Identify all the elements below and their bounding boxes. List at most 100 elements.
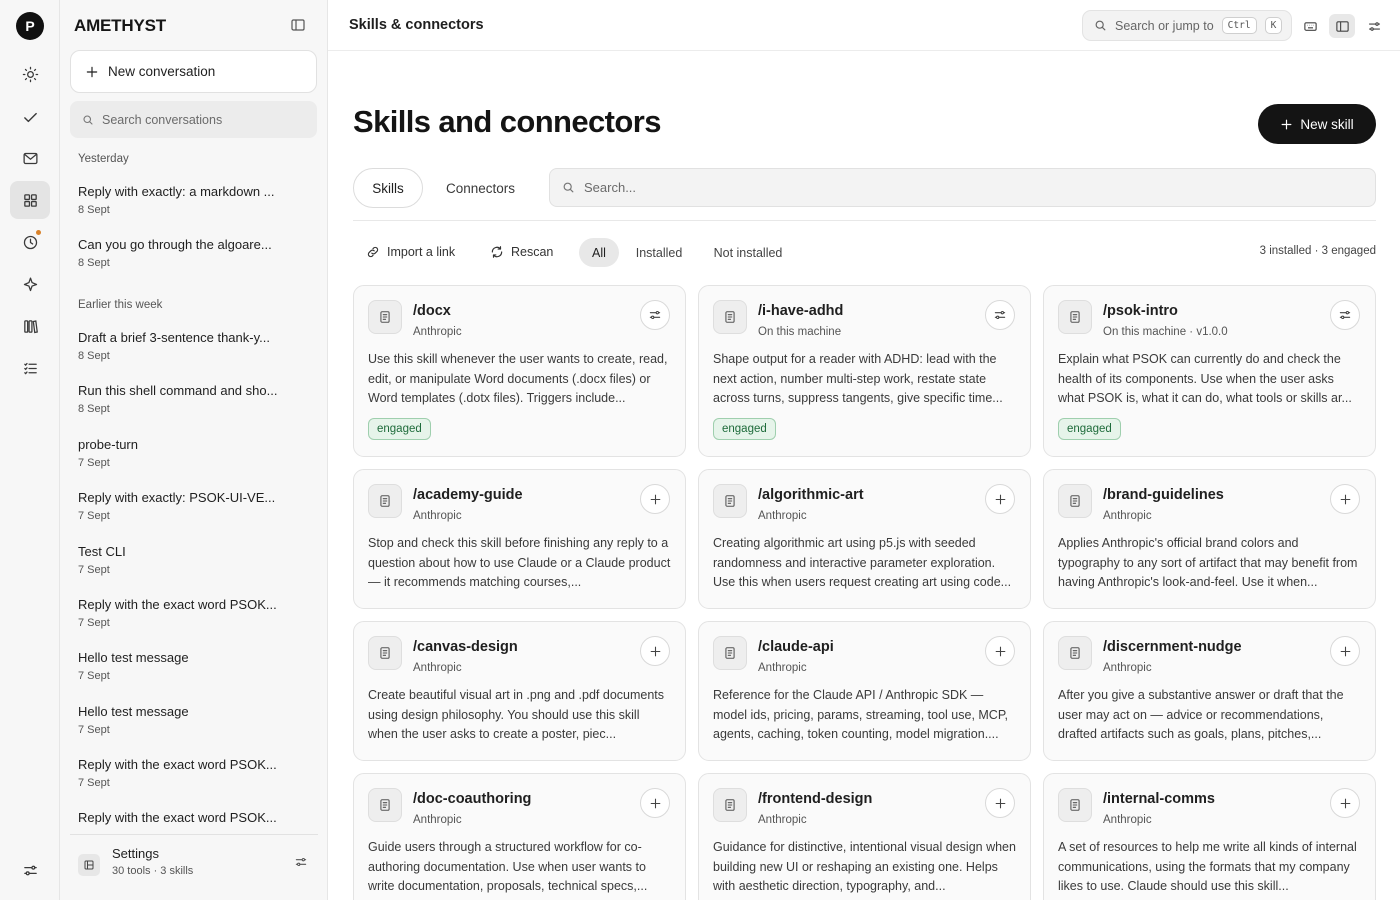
- conversation-item[interactable]: Reply with exactly: PSOK-UI-VE... 7 Sept: [70, 488, 317, 536]
- rail-history-button[interactable]: [10, 223, 50, 261]
- rescan-button[interactable]: Rescan: [490, 241, 553, 263]
- shortcut-key-ctrl: Ctrl: [1221, 17, 1257, 34]
- document-icon: [713, 484, 747, 518]
- skill-card[interactable]: /frontend-design Anthropic Guidance for di…: [698, 773, 1031, 900]
- keyboard-button[interactable]: [1297, 14, 1323, 38]
- rail-preferences-button[interactable]: [10, 851, 50, 889]
- plus-icon: [649, 493, 662, 506]
- rail-skills-button[interactable]: [10, 181, 50, 219]
- skill-card[interactable]: /academy-guide Anthropic Stop and check th…: [353, 469, 686, 609]
- conversation-date: 8 Sept: [78, 257, 110, 269]
- panel-layout-button[interactable]: [1329, 14, 1355, 38]
- install-skill-button[interactable]: [1330, 484, 1360, 514]
- skill-settings-button[interactable]: [1330, 300, 1360, 330]
- skill-card[interactable]: /brand-guidelines Anthropic Applies Anthro…: [1043, 469, 1376, 609]
- conversation-title: Reply with the exact word PSOK...: [78, 810, 277, 825]
- rail-sun-button[interactable]: [10, 55, 50, 93]
- skill-card[interactable]: /internal-comms Anthropic A set of resourc…: [1043, 773, 1376, 900]
- conversation-item[interactable]: probe-turn 7 Sept: [70, 435, 317, 483]
- skill-card[interactable]: /psok-intro On this machine · v1.0.0 Expla…: [1043, 285, 1376, 457]
- new-skill-button[interactable]: New skill: [1258, 104, 1376, 144]
- search-conversations-input[interactable]: [102, 112, 302, 127]
- skill-source: Anthropic: [413, 510, 462, 522]
- conversation-item[interactable]: Reply with the exact word PSOK... 7 Sept: [70, 755, 317, 803]
- tab-skills[interactable]: Skills: [353, 168, 423, 208]
- filter-not-installed[interactable]: Not installed: [703, 238, 793, 267]
- tab-connectors[interactable]: Connectors: [434, 168, 527, 208]
- skill-settings-button[interactable]: [985, 300, 1015, 330]
- skill-card[interactable]: /canvas-design Anthropic Create beautiful …: [353, 621, 686, 761]
- skill-source: Anthropic: [1103, 814, 1152, 826]
- conversation-item[interactable]: Reply with the exact word PSOK...: [70, 808, 317, 834]
- conversation-item[interactable]: Hello test message 7 Sept: [70, 702, 317, 750]
- conversation-item[interactable]: Can you go through the algoare... 8 Sept: [70, 235, 317, 283]
- rail-mail-button[interactable]: [10, 139, 50, 177]
- conversation-item[interactable]: Reply with exactly: a markdown ... 8 Sep…: [70, 182, 317, 230]
- skill-source: On this machine · v1.0.0: [1103, 326, 1228, 338]
- skills-search-input[interactable]: [584, 180, 1364, 195]
- search-jump-box[interactable]: Search or jump to Ctrl K: [1082, 10, 1292, 41]
- settings-subtitle: 30 tools · 3 skills: [112, 865, 194, 877]
- new-conversation-button[interactable]: New conversation: [70, 50, 317, 93]
- conversation-item[interactable]: Run this shell command and sho... 8 Sept: [70, 381, 317, 429]
- skills-search: [549, 168, 1376, 207]
- collapse-sidebar-button[interactable]: [290, 17, 308, 35]
- skill-card[interactable]: /docx Anthropic Use this skill whenever th…: [353, 285, 686, 457]
- rail-checklist-button[interactable]: [10, 349, 50, 387]
- rail-ai-button[interactable]: [10, 265, 50, 303]
- document-icon: [713, 636, 747, 670]
- plus-icon: [1339, 797, 1352, 810]
- skill-source: Anthropic: [1103, 662, 1152, 674]
- rail-tasks-button[interactable]: [10, 98, 50, 136]
- plus-icon: [994, 797, 1007, 810]
- shortcut-key-k: K: [1264, 17, 1283, 34]
- skill-card[interactable]: /doc-coauthoring Anthropic Guide users thr…: [353, 773, 686, 900]
- sparkle-icon: [23, 276, 37, 291]
- install-skill-button[interactable]: [640, 484, 670, 514]
- skill-card[interactable]: /discernment-nudge Anthropic After you giv…: [1043, 621, 1376, 761]
- engaged-badge: engaged: [1058, 418, 1121, 440]
- install-skill-button[interactable]: [640, 788, 670, 818]
- sidebar-toggle-icon: [291, 19, 305, 31]
- document-icon: [368, 636, 402, 670]
- install-skill-button[interactable]: [985, 484, 1015, 514]
- search-jump-placeholder: Search or jump to: [1115, 18, 1214, 33]
- conversation-item[interactable]: Reply with the exact word PSOK... 7 Sept: [70, 595, 317, 643]
- view-settings-button[interactable]: [1361, 14, 1387, 38]
- conversation-item[interactable]: Test CLI 7 Sept: [70, 542, 317, 590]
- panel-layout-icon: [1335, 20, 1349, 32]
- conversation-date: 8 Sept: [78, 403, 110, 415]
- conversation-sidebar: AMETHYST New conversation Yesterday Repl…: [60, 0, 328, 900]
- install-skill-button[interactable]: [1330, 636, 1360, 666]
- plus-icon: [649, 797, 662, 810]
- conversation-item[interactable]: Hello test message 7 Sept: [70, 648, 317, 696]
- document-icon: [368, 300, 402, 334]
- rail-library-button[interactable]: [10, 307, 50, 345]
- skill-settings-button[interactable]: [640, 300, 670, 330]
- settings-button[interactable]: Settings 30 tools · 3 skills: [70, 834, 318, 890]
- install-skill-button[interactable]: [1330, 788, 1360, 818]
- conversation-title: Can you go through the algoare...: [78, 237, 272, 252]
- install-skill-button[interactable]: [985, 788, 1015, 818]
- skill-description: Create beautiful visual art in .png and …: [368, 688, 665, 741]
- search-conversations: [70, 101, 317, 138]
- grid-icon: [23, 193, 37, 207]
- new-skill-label: New skill: [1300, 116, 1354, 132]
- sliders-icon: [294, 855, 308, 869]
- skill-source: Anthropic: [413, 662, 462, 674]
- conversation-item[interactable]: Draft a brief 3-sentence thank-y... 8 Se…: [70, 328, 317, 376]
- workspace-avatar[interactable]: P: [16, 12, 44, 40]
- skill-source: Anthropic: [758, 510, 807, 522]
- filter-all[interactable]: All: [579, 238, 619, 267]
- app-brand: AMETHYST: [74, 16, 166, 35]
- filter-installed[interactable]: Installed: [626, 238, 692, 267]
- skill-card[interactable]: /i-have-adhd On this machine Shape output …: [698, 285, 1031, 457]
- check-icon: [23, 112, 37, 122]
- skill-name: /discernment-nudge: [1103, 639, 1242, 655]
- install-skill-button[interactable]: [985, 636, 1015, 666]
- skill-card[interactable]: /algorithmic-art Anthropic Creating algori…: [698, 469, 1031, 609]
- skill-name: /brand-guidelines: [1103, 487, 1224, 503]
- install-skill-button[interactable]: [640, 636, 670, 666]
- import-link-button[interactable]: Import a link: [366, 241, 455, 263]
- skill-card[interactable]: /claude-api Anthropic Reference for the Cl…: [698, 621, 1031, 761]
